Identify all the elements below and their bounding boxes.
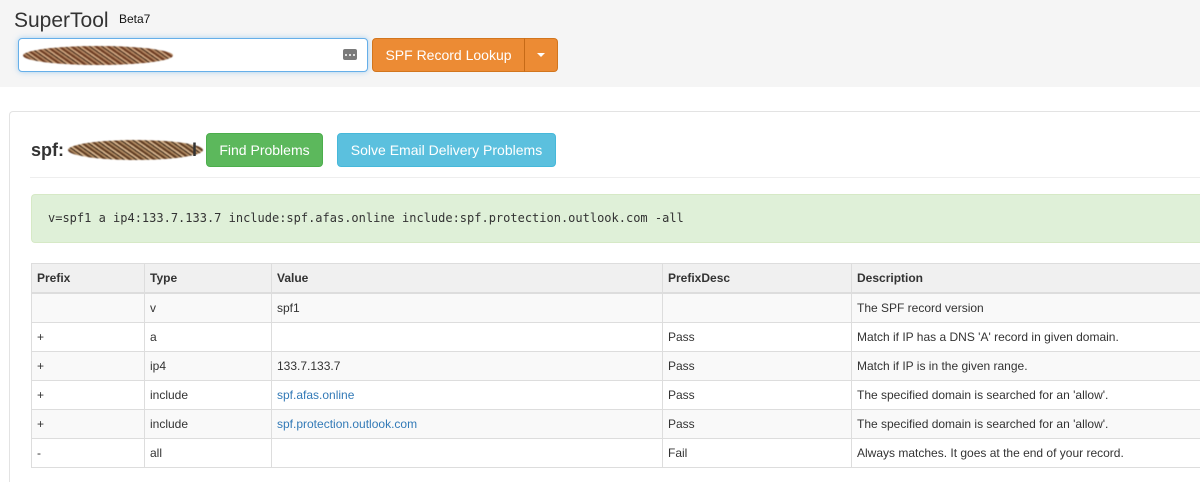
- cell-description: The specified domain is searched for an …: [851, 380, 1200, 410]
- cell-value: [271, 438, 663, 468]
- table-row: + include spf.afas.online Pass The speci…: [31, 380, 1200, 410]
- page: SuperTool Beta7 SPF Record Lookup spf: l…: [0, 0, 1200, 482]
- cell-prefixdesc: Pass: [662, 351, 852, 381]
- cell-value: spf.protection.outlook.com: [271, 409, 663, 439]
- divider: [30, 177, 1200, 178]
- table-row: - all Fail Always matches. It goes at th…: [31, 438, 1200, 468]
- cell-type: ip4: [144, 351, 272, 381]
- column-header-type: Type: [144, 263, 272, 294]
- table-row: + include spf.protection.outlook.com Pas…: [31, 409, 1200, 439]
- cell-type: include: [144, 380, 272, 410]
- cell-type: all: [144, 438, 272, 468]
- cell-description: Match if IP has a DNS 'A' record in give…: [851, 322, 1200, 352]
- cell-description: Always matches. It goes at the end of yo…: [851, 438, 1200, 468]
- column-header-value: Value: [271, 263, 663, 294]
- cell-prefix: -: [31, 438, 145, 468]
- cell-value: [271, 322, 663, 352]
- cell-prefix: +: [31, 351, 145, 381]
- cell-description: The specified domain is searched for an …: [851, 409, 1200, 439]
- cell-description: The SPF record version: [851, 292, 1200, 323]
- cell-description: Match if IP is in the given range.: [851, 351, 1200, 381]
- cell-type: include: [144, 409, 272, 439]
- table-row: v spf1 The SPF record version: [31, 292, 1200, 323]
- spf-record-text: v=spf1 a ip4:133.7.133.7 include:spf.afa…: [31, 194, 1200, 243]
- redacted-domain-blur: [23, 46, 173, 65]
- autofill-dots-icon[interactable]: [343, 49, 357, 60]
- spf-record-lookup-button[interactable]: SPF Record Lookup: [372, 38, 525, 72]
- column-header-prefixdesc: PrefixDesc: [662, 263, 852, 294]
- cell-type: v: [144, 292, 272, 323]
- cell-value: spf1: [271, 292, 663, 323]
- cell-prefix: +: [31, 409, 145, 439]
- find-problems-button[interactable]: Find Problems: [206, 133, 323, 167]
- cell-prefixdesc: Pass: [662, 380, 852, 410]
- search-box: [18, 38, 368, 72]
- header-bar: SuperTool Beta7 SPF Record Lookup: [0, 0, 1200, 87]
- solve-email-delivery-button[interactable]: Solve Email Delivery Problems: [337, 133, 556, 167]
- app-title: SuperTool: [14, 9, 109, 32]
- cell-prefix: +: [31, 380, 145, 410]
- column-header-description: Description: [851, 263, 1200, 294]
- result-title-suffix: l: [192, 140, 198, 160]
- spf-record-table: Prefix Type Value PrefixDesc Description…: [31, 263, 1200, 468]
- table-row: + a Pass Match if IP has a DNS 'A' recor…: [31, 322, 1200, 352]
- cell-value: spf.afas.online: [271, 380, 663, 410]
- cell-prefix: [31, 292, 145, 323]
- cell-value: 133.7.133.7: [271, 351, 663, 381]
- cell-prefix: +: [31, 322, 145, 352]
- cell-prefixdesc: [662, 292, 852, 323]
- include-domain-link[interactable]: spf.protection.outlook.com: [277, 417, 417, 431]
- cell-type: a: [144, 322, 272, 352]
- result-title-prefix: spf:: [31, 140, 64, 160]
- result-panel: spf: l Find Problems Solve Email Deliver…: [9, 111, 1200, 482]
- cell-prefixdesc: Pass: [662, 322, 852, 352]
- table-header-row: Prefix Type Value PrefixDesc Description: [31, 263, 1200, 294]
- cell-prefixdesc: Pass: [662, 409, 852, 439]
- include-domain-link[interactable]: spf.afas.online: [277, 388, 354, 402]
- caret-down-icon: [537, 53, 545, 57]
- lookup-dropdown-toggle[interactable]: [524, 38, 558, 72]
- cell-prefixdesc: Fail: [662, 438, 852, 468]
- redacted-title-blur: [68, 140, 203, 160]
- column-header-prefix: Prefix: [31, 263, 145, 294]
- beta-badge: Beta7: [119, 12, 151, 26]
- table-row: + ip4 133.7.133.7 Pass Match if IP is in…: [31, 351, 1200, 381]
